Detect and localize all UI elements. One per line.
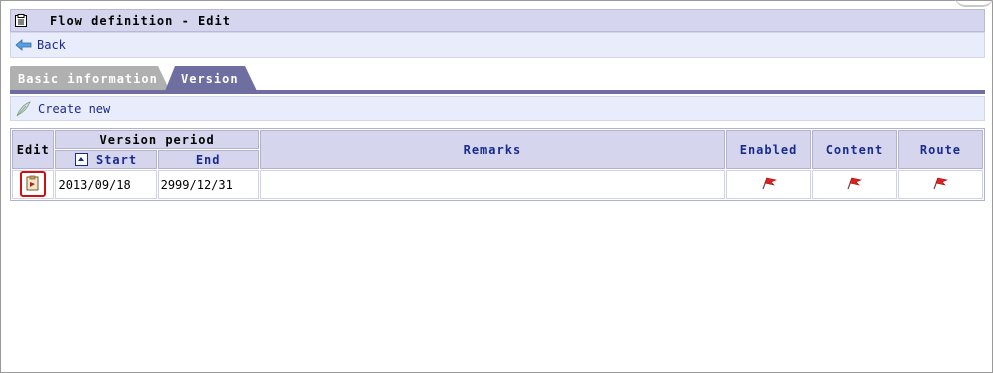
col-header-version-period: Version period bbox=[55, 130, 259, 149]
tab-basic-information[interactable]: Basic information bbox=[10, 66, 170, 91]
red-flag-icon bbox=[761, 177, 777, 190]
back-arrow-icon bbox=[15, 39, 32, 51]
edit-cell bbox=[12, 170, 55, 199]
title-bar: Flow definition - Edit bbox=[10, 9, 985, 32]
tab-version[interactable]: Version bbox=[165, 66, 257, 91]
version-table: Edit Version period Remarks Enabled Cont… bbox=[10, 128, 985, 201]
create-new-button[interactable]: Create new bbox=[10, 96, 985, 121]
col-header-content: Content bbox=[812, 130, 897, 169]
col-header-start[interactable]: Start bbox=[55, 150, 157, 169]
sort-ascending-icon[interactable] bbox=[74, 152, 88, 166]
start-date-cell: 2013/09/18 bbox=[55, 170, 157, 199]
col-header-edit: Edit bbox=[12, 130, 55, 169]
tab-underline bbox=[10, 90, 985, 94]
route-cell[interactable] bbox=[897, 170, 983, 199]
col-header-route: Route bbox=[897, 130, 983, 169]
edit-button[interactable] bbox=[20, 171, 47, 197]
edit-document-icon bbox=[26, 175, 39, 191]
tab-basic-label: Basic information bbox=[18, 71, 158, 86]
page-title: Flow definition - Edit bbox=[50, 13, 231, 28]
document-icon bbox=[15, 13, 27, 27]
enabled-cell bbox=[726, 170, 811, 199]
start-header-label: Start bbox=[95, 152, 138, 167]
window-corner bbox=[954, 0, 993, 7]
col-header-end: End bbox=[157, 150, 259, 169]
remarks-cell bbox=[259, 170, 726, 199]
content-cell[interactable] bbox=[812, 170, 897, 199]
create-new-label: Create new bbox=[38, 101, 111, 116]
red-flag-icon bbox=[847, 177, 863, 190]
tab-version-label: Version bbox=[181, 71, 239, 86]
back-label: Back bbox=[37, 38, 66, 52]
back-link[interactable]: Back bbox=[10, 32, 985, 58]
table-row: 2013/09/18 2999/12/31 bbox=[12, 170, 983, 199]
col-header-enabled: Enabled bbox=[726, 130, 811, 169]
end-date-cell: 2999/12/31 bbox=[157, 170, 259, 199]
tab-strip: Basic information Version bbox=[10, 66, 985, 92]
col-header-remarks: Remarks bbox=[259, 130, 726, 169]
quill-pen-icon bbox=[16, 100, 31, 116]
red-flag-icon bbox=[933, 177, 949, 190]
app-window: Flow definition - Edit Back Basic inform… bbox=[0, 0, 993, 373]
